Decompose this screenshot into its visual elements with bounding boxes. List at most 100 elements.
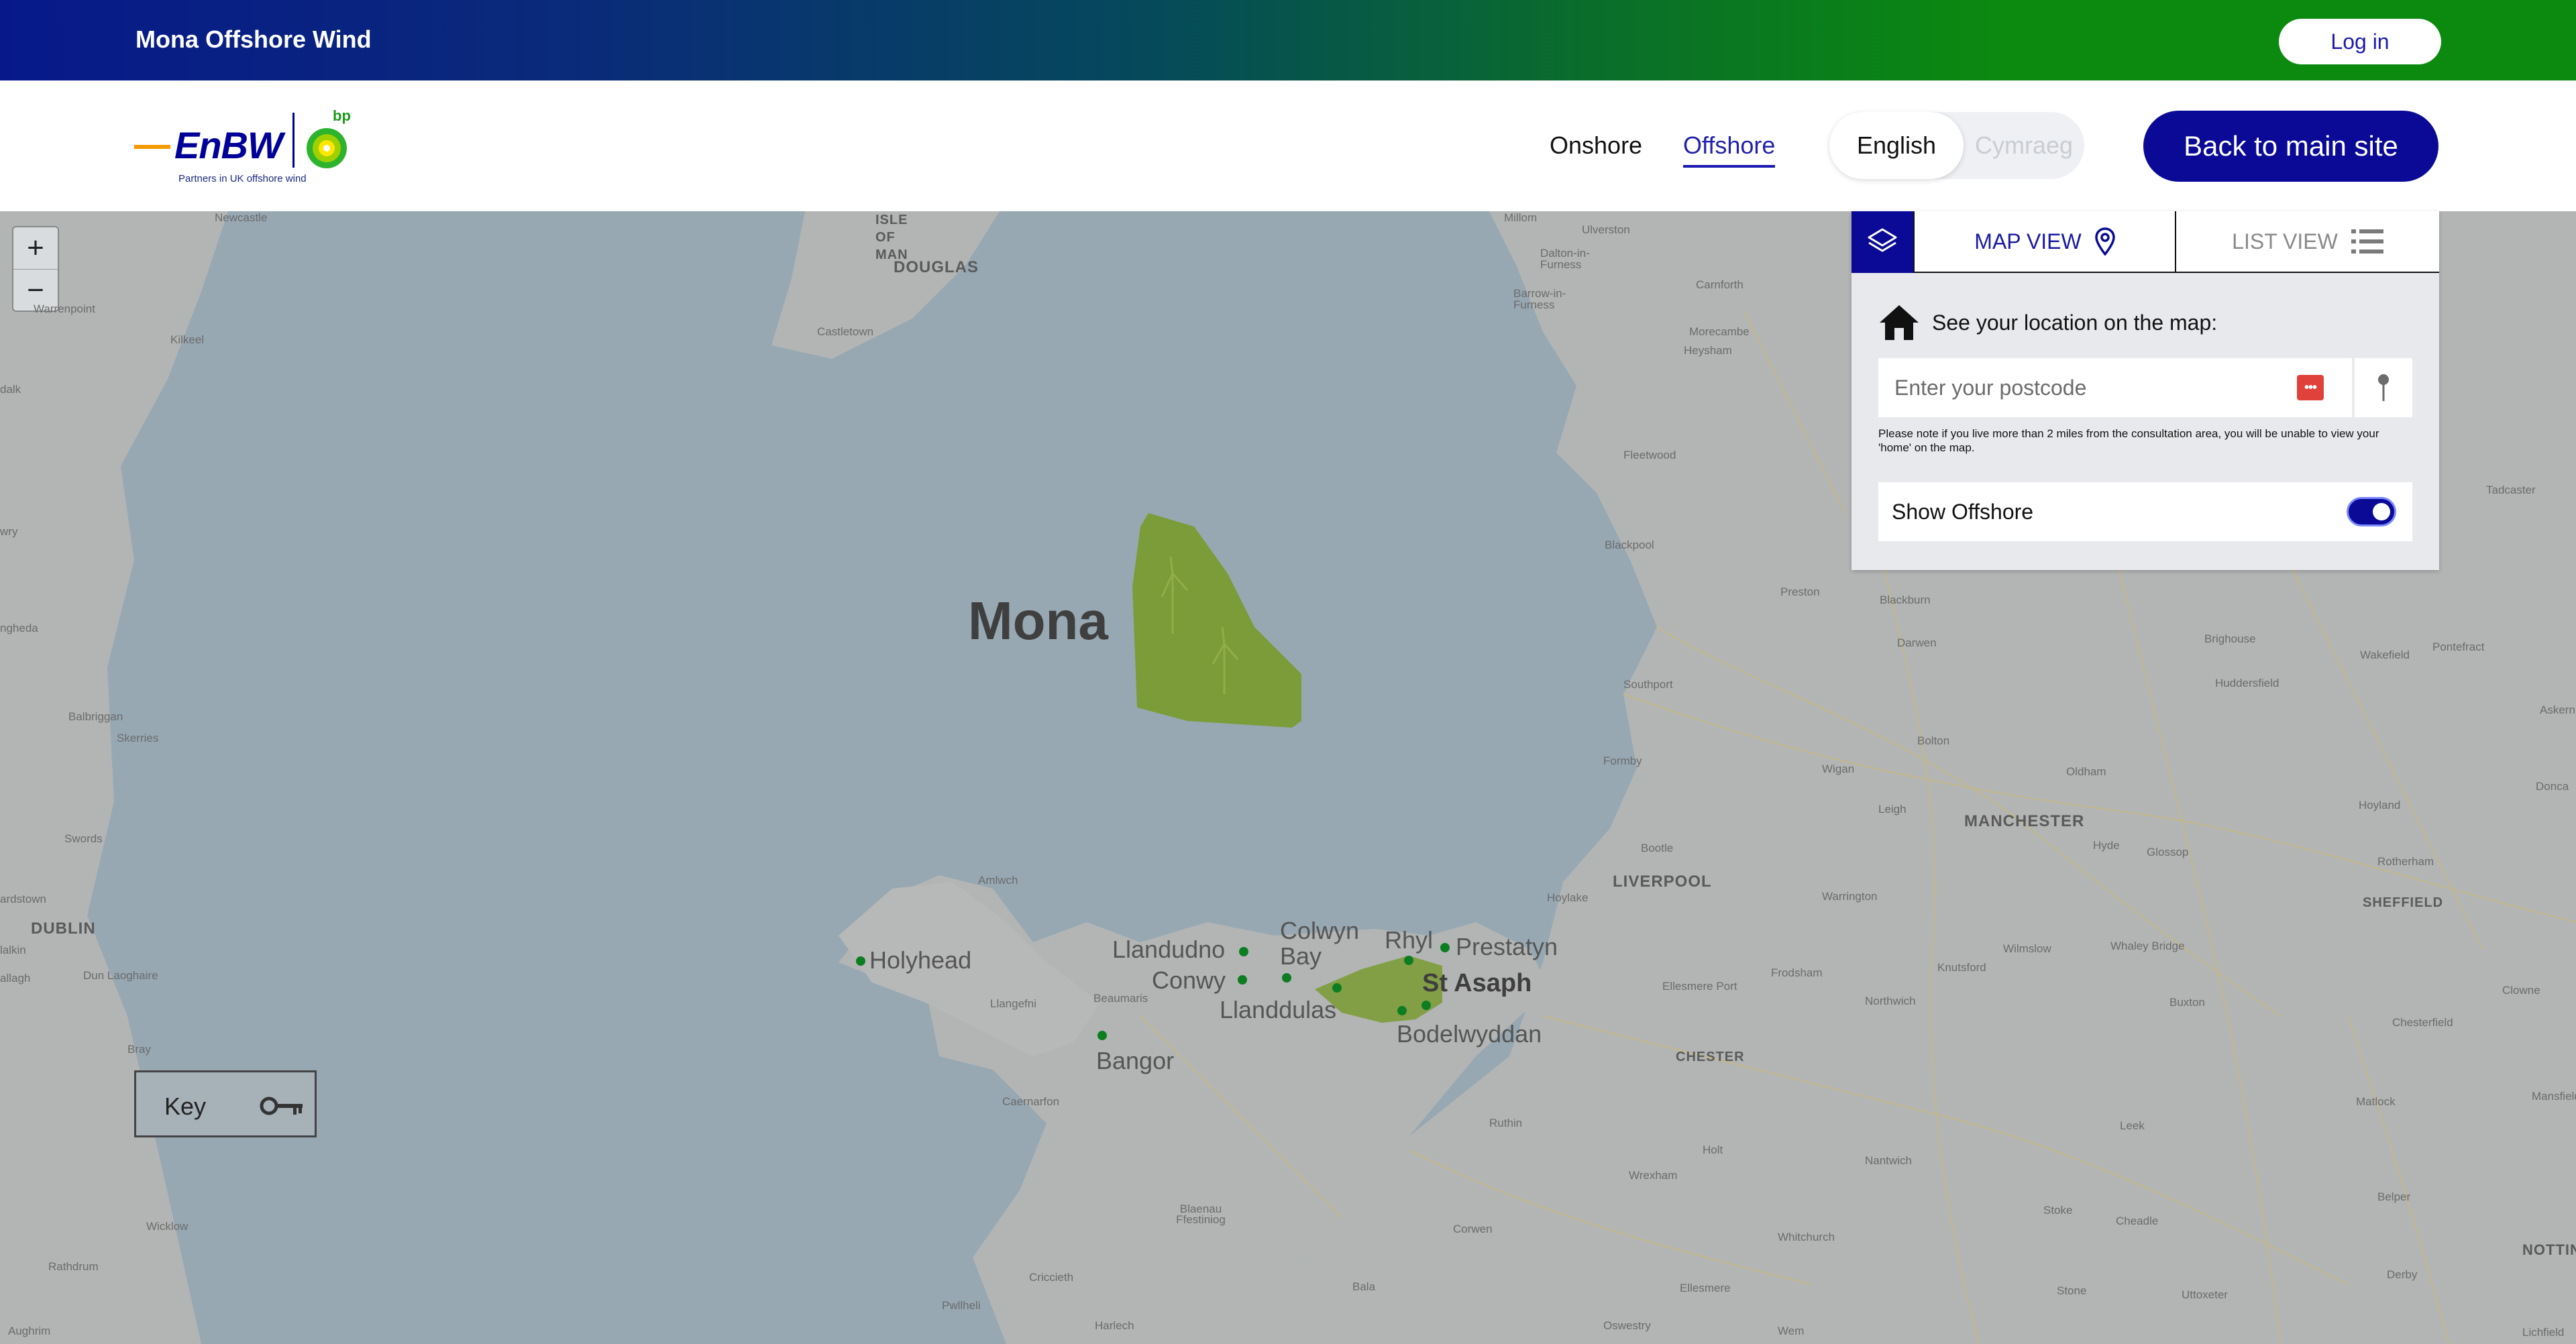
map-label-isle-of-man: ISLE OF MAN [875,213,908,262]
map-label: Fleetwood [1623,449,1676,461]
map-label: Wicklow [146,1220,189,1233]
home-icon [1880,305,1919,340]
show-offshore-toggle[interactable] [2347,497,2396,526]
map-label: Whaley Bridge [2110,940,2185,952]
map-label-bodelwyddan: Bodelwyddan [1397,1020,1542,1048]
map-pin-icon [2094,227,2115,256]
map-label-conwy: Conwy [1152,966,1226,994]
layers-icon [1868,228,1897,252]
map-label: Blackburn [1880,594,1931,606]
map-label: Morecambe [1689,325,1750,338]
locate-button[interactable] [2355,358,2412,417]
map-label-mona: Mona [968,591,1108,651]
map-label: Uttoxeter [2182,1288,2228,1301]
language-english[interactable]: English [1829,112,1964,179]
zoom-in-button[interactable]: + [13,227,58,269]
map-label: Whitchurch [1778,1231,1835,1243]
map-key-button[interactable]: Key [134,1070,317,1137]
map-label: Holt [1703,1143,1723,1156]
map-label: Dalton-in-Furness [1540,247,1590,271]
postcode-input[interactable] [1878,358,2352,417]
nav-onshore[interactable]: Onshore [1550,131,1642,160]
map-label: Corwen [1453,1223,1493,1235]
map-label-prestatyn: Prestatyn [1456,933,1558,960]
map-label: Bala [1352,1280,1376,1293]
map-label: Harlech [1095,1319,1134,1332]
map-label: Bolton [1917,734,1950,747]
map-label: Formby [1603,754,1642,767]
map-label: Skerries [117,732,159,744]
map-label: Llangefni [990,997,1037,1010]
map-label: Rathdrum [48,1260,99,1273]
map-label: Huddersfield [2215,677,2279,689]
map-label-rhyl: Rhyl [1385,926,1434,954]
logo-tagline: Partners in UK offshore wind [178,173,307,184]
map-label: Brighouse [2204,632,2256,645]
map-label: Tadcaster [2486,484,2536,496]
map-label: Rotherham [2377,855,2434,868]
map-label: Belper [2377,1190,2411,1203]
map-label: Bootle [1641,842,1674,854]
map-label: Wem [1778,1325,1805,1337]
language-toggle[interactable]: English Cymraeg [1829,112,2084,179]
login-button[interactable]: Log in [2279,19,2441,64]
map-label: Donca [2536,780,2569,793]
panel-body: See your location on the map: ••• Please… [1851,273,2439,570]
map-label: Caernarfon [1002,1095,1060,1108]
map-label: Heysham [1684,344,1732,357]
map-label: Carnforth [1696,278,1743,291]
map-side-panel: MAP VIEW LIST VIEW See your location on … [1851,211,2439,570]
map-label: Barrow-in-Furness [1513,287,1566,311]
map-label-dublin: DUBLIN [31,919,96,938]
map-label: Knutsford [1937,961,1986,974]
map-label: Castletown [817,325,874,338]
map-label: Kilkeel [170,333,205,346]
logo-separator [292,113,294,168]
map-label: Leek [2120,1119,2145,1132]
tab-map-view[interactable]: MAP VIEW [1913,211,2176,273]
map-label: ardstown [0,893,46,905]
map-label: Cheadle [2116,1215,2159,1227]
map-label: Wigan [1822,763,1855,775]
map-label: Nantwich [1865,1154,1912,1167]
map-label-colwyn-bay: Colwyn Bay [1280,917,1360,970]
language-welsh[interactable]: Cymraeg [1964,112,2084,179]
nav-offshore[interactable]: Offshore [1683,131,1776,168]
map-label: Wilmslow [2003,942,2051,955]
map-label: Ellesmere [1680,1282,1731,1294]
logo-bp-text: bp [333,107,351,124]
toggle-knob [2373,503,2390,520]
map-label: Stone [2057,1284,2087,1297]
map-label: Askern [2540,704,2575,716]
show-offshore-label: Show Offshore [1892,500,2034,524]
enbw-bp-logo[interactable]: EnBW bp Partners in UK offshore wind [134,106,362,193]
map-label-st-asaph: St Asaph [1422,969,1532,997]
map-label: Warrenpoint [34,302,95,315]
top-banner: Mona Offshore Wind Log in [0,0,2576,80]
tab-list-view[interactable]: LIST VIEW [2176,211,2439,273]
map-label: Matlock [2356,1095,2396,1108]
map-label-llandudno: Llandudno [1112,936,1226,963]
map-label: Frodsham [1771,966,1823,979]
layers-button[interactable] [1851,211,1913,273]
back-to-main-site-button[interactable]: Back to main site [2143,111,2438,182]
map-label: allagh [0,972,31,985]
map-label: Hoylake [1547,891,1589,904]
map-label: Mansfield [2532,1090,2576,1103]
site-title: Mona Offshore Wind [136,25,372,53]
site-header: EnBW bp Partners in UK offshore wind Ons… [0,80,2576,211]
password-manager-icon[interactable]: ••• [2297,375,2324,400]
map-label-liverpool: LIVERPOOL [1613,873,1712,891]
map-label: ngheda [0,622,38,634]
map-label: Ellesmere Port [1662,980,1737,993]
map-label: Northwich [1865,995,1916,1007]
postcode-note: Please note if you live more than 2 mile… [1878,427,2379,454]
map-label: Southport [1623,678,1673,691]
tab-map-view-label: MAP VIEW [1974,229,2082,254]
map-label: lalkin [0,944,26,956]
map-label: Beaumaris [1093,992,1148,1005]
map-label: Pwllheli [942,1299,981,1312]
map-label: Bray [127,1043,151,1056]
map-label: Glossop [2147,846,2189,858]
map-label: Blaenau Ffestiniog [1176,1202,1226,1226]
